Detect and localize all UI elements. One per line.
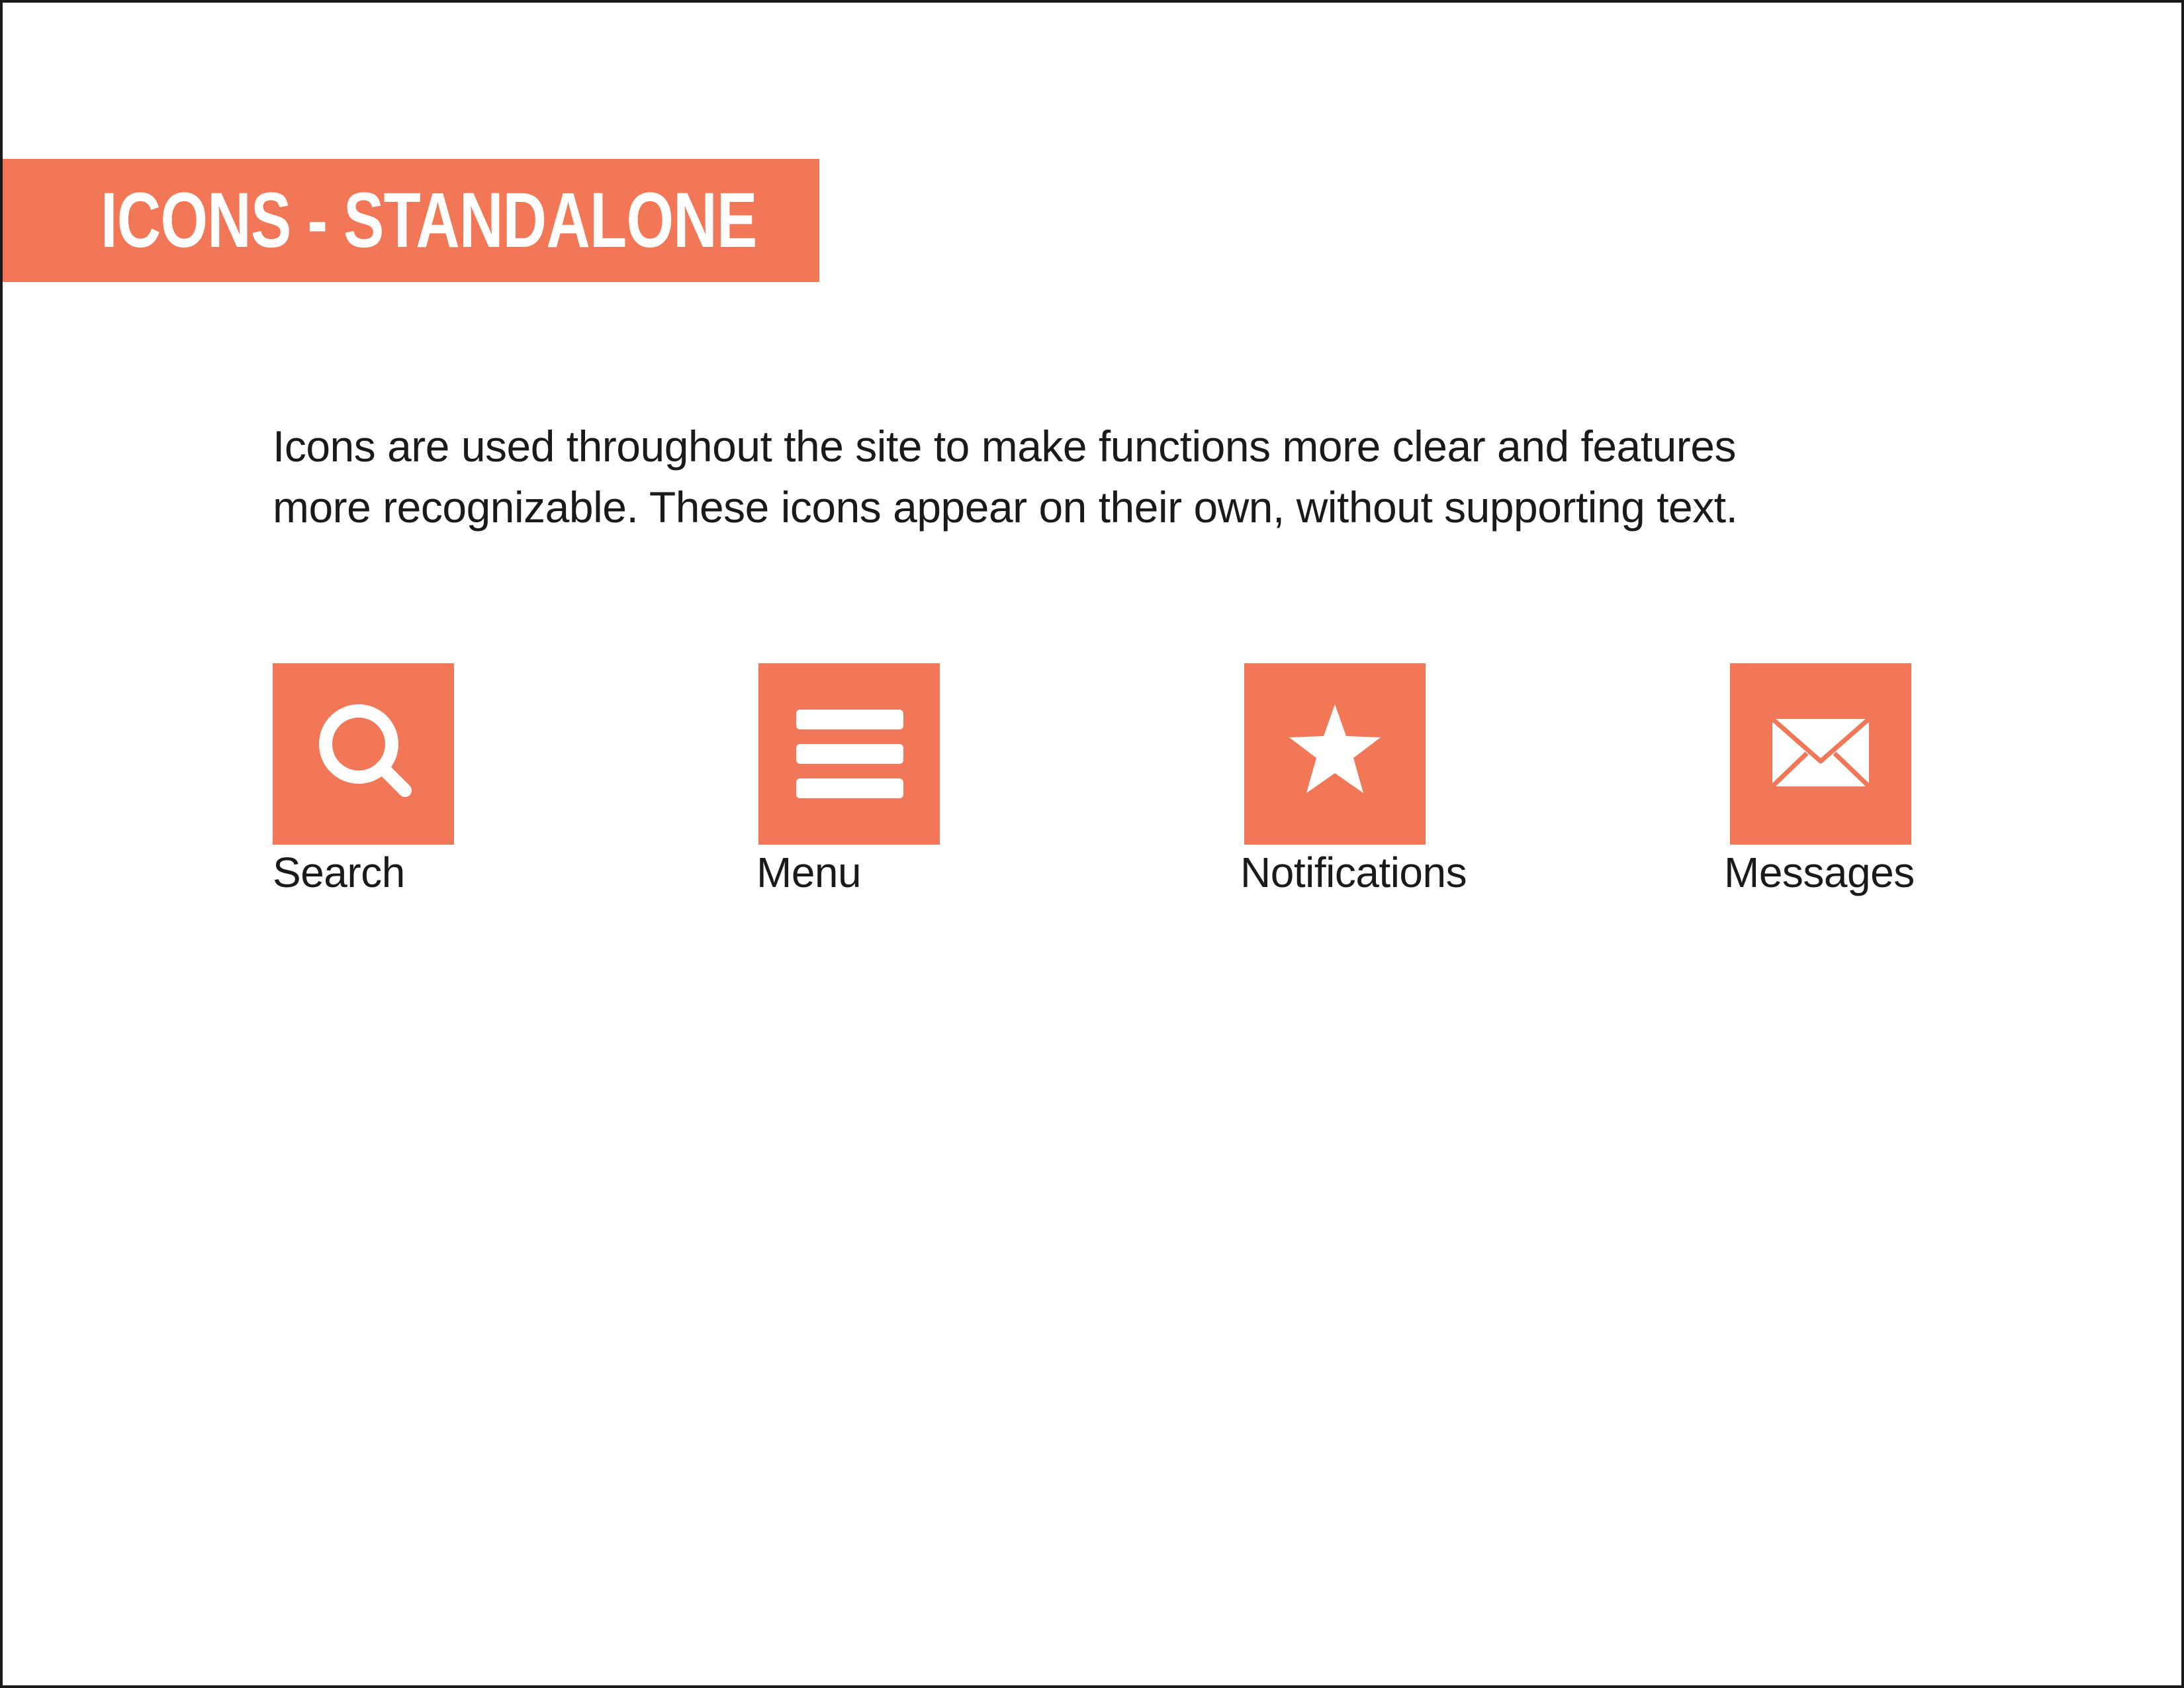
star-icon — [1289, 704, 1381, 793]
search-icon-label: Search — [273, 849, 405, 896]
menu-icon-tile[interactable] — [758, 663, 940, 845]
notifications-icon-label: Notifications — [1240, 849, 1467, 896]
messages-icon-label: Messages — [1724, 849, 1915, 896]
intro-line-1: Icons are used throughout the site to ma… — [273, 422, 1736, 471]
search-icon-tile[interactable] — [273, 663, 454, 845]
menu-icon-label: Menu — [756, 849, 862, 896]
title-banner: ICONS - STANDALONE — [3, 159, 819, 282]
menu-icon — [796, 710, 903, 798]
page-title: ICONS - STANDALONE — [101, 177, 757, 264]
search-icon — [319, 704, 412, 797]
intro-line-2: more recognizable. These icons appear on… — [273, 483, 1738, 532]
messages-icon-tile[interactable] — [1730, 663, 1911, 845]
intro-paragraph: Icons are used throughout the site to ma… — [273, 416, 1927, 538]
notifications-icon-tile[interactable] — [1244, 663, 1426, 845]
envelope-icon — [1770, 717, 1871, 788]
